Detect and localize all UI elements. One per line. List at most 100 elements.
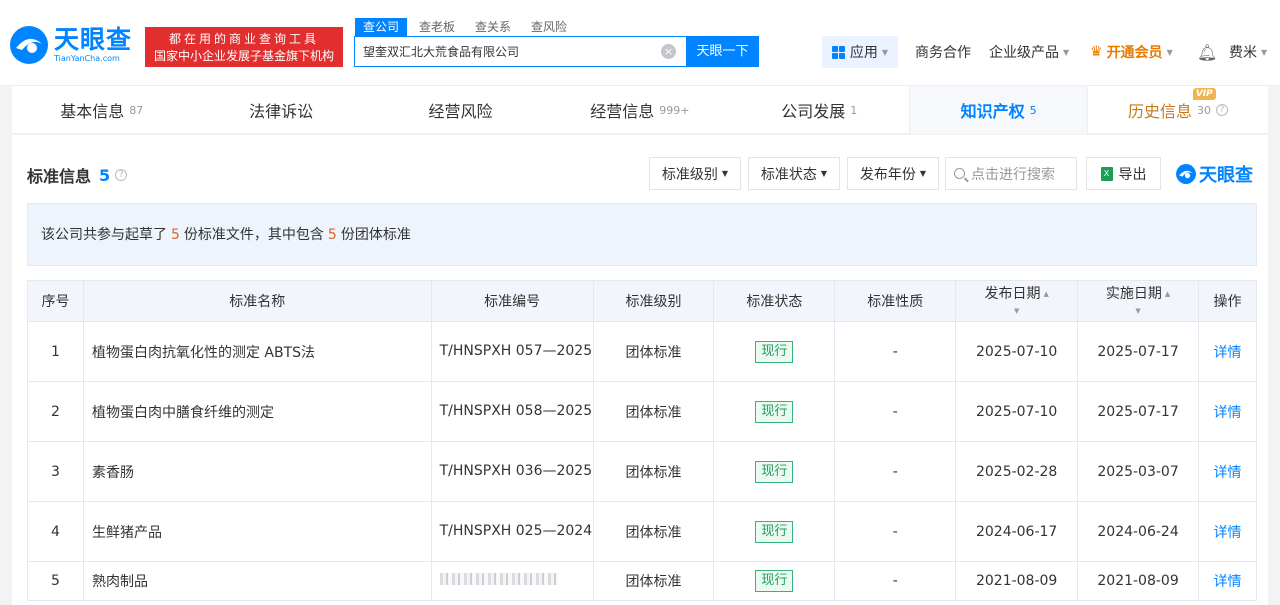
cell-publish: 2025-07-10 xyxy=(955,381,1079,442)
cell-level: 团体标准 xyxy=(592,441,715,502)
tab-legal[interactable]: 法律诉讼 xyxy=(191,86,370,134)
top-header: 天眼查 TianYanCha.com 都在用的商业查询工具 国家中小企业发展子基… xyxy=(0,0,1280,86)
header-label: 发布日期 xyxy=(984,286,1041,302)
cell-code: T/HNSPXH 057—2025 xyxy=(430,321,594,382)
cell-action: 详情 xyxy=(1198,381,1257,442)
tab-development[interactable]: 公司发展 1 xyxy=(730,86,909,134)
help-icon[interactable]: ? xyxy=(1216,104,1229,116)
tab-basic-info[interactable]: 基本信息 87 xyxy=(12,86,191,134)
search-type-tabs: 查公司 查老板 查关系 查风险 xyxy=(355,18,579,36)
section-title: 标准信息 5 ? xyxy=(27,163,128,187)
cell-publish: 2024-06-17 xyxy=(955,501,1079,562)
cell-status: 现行 xyxy=(713,561,836,601)
help-icon[interactable]: ? xyxy=(115,169,128,181)
user-menu[interactable]: 费米 ▼ xyxy=(1229,36,1267,68)
section-title-text: 标准信息 xyxy=(27,167,92,186)
detail-link[interactable]: 详情 xyxy=(1214,465,1242,481)
logo-domain: TianYanCha.com xyxy=(54,54,120,63)
status-badge: 现行 xyxy=(755,520,794,543)
search-tab-relation[interactable]: 查关系 xyxy=(467,18,519,36)
eye-logo-icon xyxy=(1176,164,1196,184)
cell-effective: 2024-06-24 xyxy=(1077,501,1200,562)
cell-level: 团体标准 xyxy=(592,381,715,442)
col-header-status: 标准状态 xyxy=(713,280,836,322)
detail-link[interactable]: 详情 xyxy=(1214,525,1242,541)
cell-name: 素香肠 xyxy=(82,441,432,502)
search-tab-risk[interactable]: 查风险 xyxy=(523,18,575,36)
col-header-name: 标准名称 xyxy=(82,280,432,322)
col-header-effective[interactable]: 实施日期 ▲ ▼ xyxy=(1077,280,1200,322)
search-input[interactable] xyxy=(355,37,645,66)
col-header-action: 操作 xyxy=(1198,280,1257,322)
detail-link[interactable]: 详情 xyxy=(1214,405,1242,421)
apps-label: 应用 xyxy=(849,45,878,61)
bell-icon[interactable]: 🔔︎ xyxy=(1197,36,1217,68)
summary-group: 5 xyxy=(327,227,337,243)
tab-risk[interactable]: 经营风险 xyxy=(371,86,550,134)
business-link[interactable]: 商务合作 xyxy=(915,36,971,68)
cell-effective: 2021-08-09 xyxy=(1077,561,1200,601)
watermark-logo: 天眼查 xyxy=(1175,161,1253,187)
logo-text: 天眼查 xyxy=(54,25,133,54)
cell-nature: - xyxy=(834,561,957,601)
apps-grid-icon xyxy=(831,45,845,59)
cell-name: 植物蛋白肉中膳食纤维的测定 xyxy=(82,381,432,442)
cell-level: 团体标准 xyxy=(592,321,715,382)
cell-nature: - xyxy=(834,501,957,562)
cell-action: 详情 xyxy=(1198,321,1257,382)
filter-status[interactable]: 标准状态 ▼ xyxy=(748,157,840,190)
tab-count: 999+ xyxy=(659,103,690,117)
chevron-down-icon: ▼ xyxy=(1063,47,1070,57)
tab-history[interactable]: VIP 历史信息 30 ? xyxy=(1088,86,1267,134)
detail-link[interactable]: 详情 xyxy=(1214,574,1242,590)
cell-status: 现行 xyxy=(713,501,836,562)
table-search-input[interactable]: 点击进行搜索 xyxy=(945,157,1077,190)
summary-text: 份团体标准 xyxy=(340,227,411,243)
tab-ip[interactable]: 知识产权 5 xyxy=(908,86,1089,134)
vip-menu[interactable]: ♛ 开通会员 ▼ xyxy=(1090,36,1173,68)
summary-text: 份标准文件，其中包含 xyxy=(183,227,324,243)
filter-label: 发布年份 xyxy=(859,166,916,183)
chevron-down-icon: ▼ xyxy=(1166,47,1173,57)
filter-year[interactable]: 发布年份 ▼ xyxy=(847,157,939,190)
enterprise-menu[interactable]: 企业级产品 ▼ xyxy=(989,36,1069,68)
cell-publish: 2025-02-28 xyxy=(955,441,1079,502)
site-logo[interactable]: 天眼查 TianYanCha.com xyxy=(8,24,132,66)
tab-count: 30 xyxy=(1197,103,1212,117)
search-tab-boss[interactable]: 查老板 xyxy=(411,18,463,36)
blurred-code xyxy=(439,572,558,585)
table-row: 4 生鲜猪产品 T/HNSPXH 025—2024 团体标准 现行 - 2024… xyxy=(27,501,1257,562)
filter-level[interactable]: 标准级别 ▼ xyxy=(649,157,741,190)
chevron-down-icon: ▼ xyxy=(919,169,927,178)
filter-label: 标准状态 xyxy=(760,166,817,183)
search-box: × xyxy=(354,36,687,67)
cell-code xyxy=(430,561,594,601)
col-header-publish[interactable]: 发布日期 ▲ ▼ xyxy=(955,280,1079,322)
cell-no: 4 xyxy=(27,501,84,562)
search-tab-company[interactable]: 查公司 xyxy=(355,18,408,36)
cell-code: T/HNSPXH 058—2025 xyxy=(430,381,594,442)
cell-effective: 2025-03-07 xyxy=(1077,441,1200,502)
status-badge: 现行 xyxy=(755,460,794,483)
cell-code: T/HNSPXH 025—2024 xyxy=(430,501,594,562)
clear-icon[interactable]: × xyxy=(661,44,676,59)
detail-link[interactable]: 详情 xyxy=(1214,345,1242,361)
cell-name: 生鲜猪产品 xyxy=(82,501,432,562)
col-header-nature: 标准性质 xyxy=(834,280,957,322)
export-button[interactable]: X 导出 xyxy=(1086,157,1161,190)
cell-action: 详情 xyxy=(1198,441,1257,502)
tab-operation[interactable]: 经营信息 999+ xyxy=(550,86,729,134)
search-button[interactable]: 天眼一下 xyxy=(686,36,759,67)
table-row: 1 植物蛋白肉抗氧化性的测定 ABTS法 T/HNSPXH 057—2025 团… xyxy=(27,321,1257,382)
tab-label: 经营风险 xyxy=(428,102,493,121)
tab-label: 公司发展 xyxy=(781,102,846,121)
tab-count: 87 xyxy=(129,103,144,117)
cell-action: 详情 xyxy=(1198,561,1257,601)
promo-banner[interactable]: 都在用的商业查询工具 国家中小企业发展子基金旗下机构 xyxy=(145,27,343,67)
cell-nature: - xyxy=(834,441,957,502)
cell-status: 现行 xyxy=(713,381,836,442)
tab-label: 历史信息 xyxy=(1128,102,1193,121)
chevron-down-icon: ▼ xyxy=(1261,47,1268,57)
apps-menu[interactable]: 应用 ▼ xyxy=(822,36,898,68)
cell-no: 3 xyxy=(27,441,84,502)
